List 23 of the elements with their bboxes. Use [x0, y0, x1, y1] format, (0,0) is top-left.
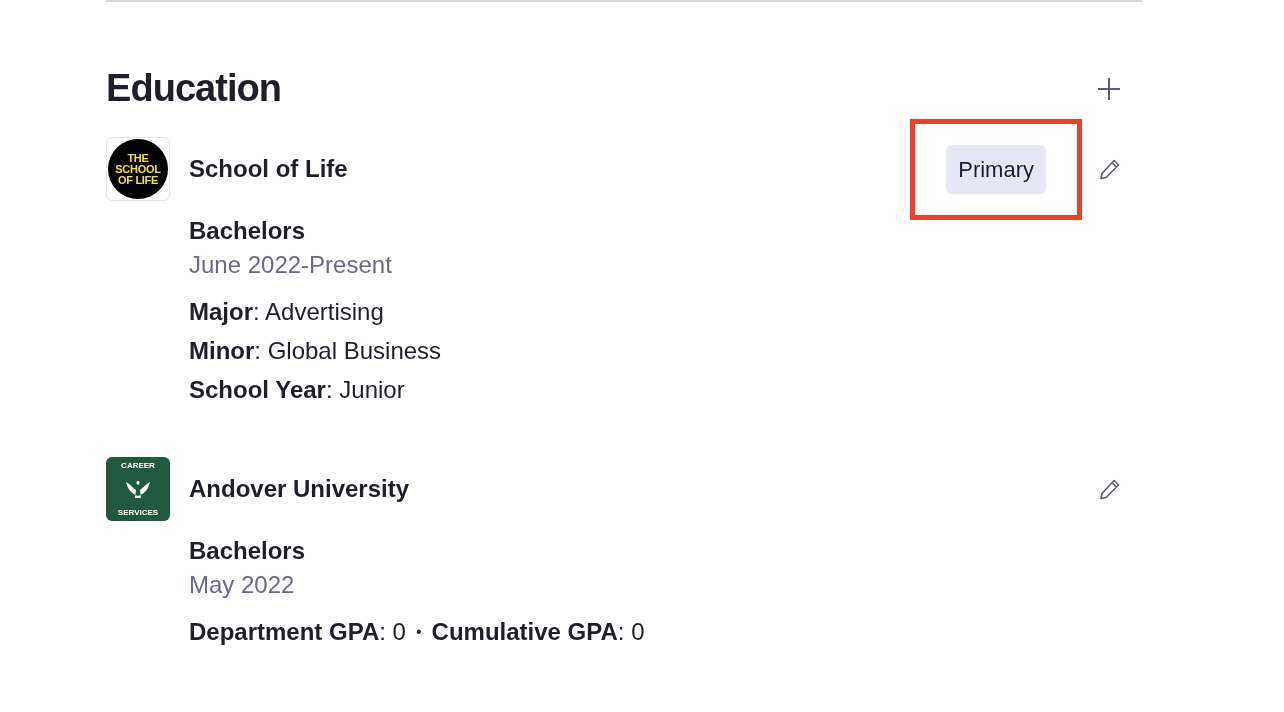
school-name: School of Life — [189, 154, 348, 184]
date-text: June 2022-Present — [189, 250, 393, 280]
bird-icon — [124, 478, 152, 500]
field-text: Department GPA: 0 — [189, 617, 406, 647]
logo-text: CAREER — [121, 461, 155, 470]
field-text: School Year: Junior — [189, 375, 406, 405]
degree-text: Bachelors — [189, 216, 307, 246]
edit-icon[interactable] — [1098, 157, 1122, 181]
date-text: May 2022 — [189, 570, 296, 600]
degree-text: Bachelors — [189, 536, 307, 566]
edit-icon[interactable] — [1098, 477, 1122, 501]
logo-text: THE — [127, 152, 149, 164]
logo-text: OF LIFE — [117, 174, 159, 186]
logo-text: SCHOOL — [115, 163, 161, 175]
primary-badge: Primary — [946, 144, 1046, 194]
add-icon[interactable] — [1096, 75, 1122, 102]
school-name: Andover University — [189, 474, 410, 504]
section-title: Education — [106, 66, 282, 111]
field-text: Cumulative GPA: 0 — [431, 617, 645, 647]
field-text: Minor: Global Business — [189, 336, 443, 366]
field-text: Major: Advertising — [189, 297, 385, 327]
separator-dot: • — [415, 622, 422, 642]
logo-text: SERVICES — [117, 508, 159, 517]
